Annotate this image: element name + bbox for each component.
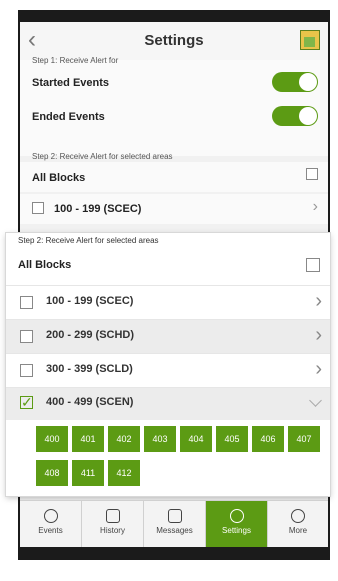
tab-label: Settings	[222, 526, 251, 535]
tab-more[interactable]: More	[268, 501, 328, 547]
block-chip-405[interactable]: 405	[216, 426, 248, 452]
area-selection-popup: Step 2: Receive Alert for selected areas…	[6, 233, 330, 496]
all-blocks-checkbox[interactable]	[306, 168, 318, 180]
step2-label: Step 2: Receive Alert for selected areas	[32, 152, 173, 161]
area-row-label: 300 - 399 (SCLD)	[46, 363, 133, 375]
all-blocks-label: All Blocks	[32, 172, 86, 184]
block-chip-404[interactable]: 404	[180, 426, 212, 452]
tab-messages[interactable]: Messages	[144, 501, 206, 547]
clock-icon	[43, 509, 58, 523]
block-chip-412[interactable]: 412	[108, 460, 140, 486]
area-row-checkbox[interactable]	[20, 364, 33, 377]
area-row-label: 400 - 499 (SCEN)	[46, 396, 134, 408]
area-row-checkbox[interactable]	[20, 296, 33, 309]
block-chip-401[interactable]: 401	[72, 426, 104, 452]
area-row-label: 200 - 299 (SCHD)	[46, 329, 135, 341]
envelope-icon	[167, 509, 182, 523]
area-row-checkbox[interactable]	[20, 330, 33, 343]
popup-all-blocks-checkbox[interactable]	[306, 258, 320, 272]
tab-label: More	[288, 526, 308, 535]
chevron-right-icon: ›	[315, 324, 322, 346]
started-events-label: Started Events	[32, 77, 110, 89]
step1-label: Step 1: Receive Alert for	[32, 56, 119, 65]
header: ‹ Settings	[20, 22, 328, 60]
block-chip-400[interactable]: 400	[36, 426, 68, 452]
ended-events-toggle[interactable]	[272, 106, 318, 126]
bottom-tab-bar: Events History Messages Settings More	[20, 500, 328, 547]
page-title: Settings	[144, 32, 204, 49]
block-chip-408[interactable]: 408	[36, 460, 68, 486]
chevron-right-icon: ›	[315, 358, 322, 380]
area-row-400[interactable]: ✓ 400 - 499 (SCEN)	[6, 387, 330, 420]
chevron-right-icon: ›	[315, 290, 322, 312]
block-chip-407[interactable]: 407	[288, 426, 320, 452]
tab-settings[interactable]: Settings	[206, 501, 268, 547]
block-chip-406[interactable]: 406	[252, 426, 284, 452]
block-row-label: 100 - 199 (SCEC)	[54, 203, 142, 215]
area-row-200[interactable]: 200 - 299 (SCHD) ›	[6, 319, 330, 353]
popup-step-label: Step 2: Receive Alert for selected areas	[18, 236, 159, 245]
tab-label: History	[100, 526, 125, 535]
app-logo-icon	[300, 30, 320, 50]
tab-label: Events	[38, 526, 63, 535]
tab-events[interactable]: Events	[20, 501, 82, 547]
chevron-right-icon: ›	[312, 198, 318, 215]
chevron-down-icon	[309, 394, 322, 407]
history-icon	[105, 509, 120, 523]
tab-label: Messages	[156, 526, 193, 535]
popup-all-blocks-label: All Blocks	[18, 259, 72, 271]
tab-history[interactable]: History	[82, 501, 144, 547]
block-chip-402[interactable]: 402	[108, 426, 140, 452]
checkbox-checked-icon[interactable]: ✓	[20, 395, 33, 409]
started-events-toggle[interactable]	[272, 72, 318, 92]
area-row-label: 100 - 199 (SCEC)	[46, 295, 134, 307]
more-icon	[291, 509, 305, 523]
gear-icon	[229, 509, 244, 523]
area-row-300[interactable]: 300 - 399 (SCLD) ›	[6, 353, 330, 387]
area-row-100[interactable]: 100 - 199 (SCEC) ›	[6, 285, 330, 319]
ended-events-label: Ended Events	[32, 111, 105, 123]
block-chip-403[interactable]: 403	[144, 426, 176, 452]
block-chip-411[interactable]: 411	[72, 460, 104, 486]
block-row-checkbox[interactable]	[32, 202, 44, 214]
